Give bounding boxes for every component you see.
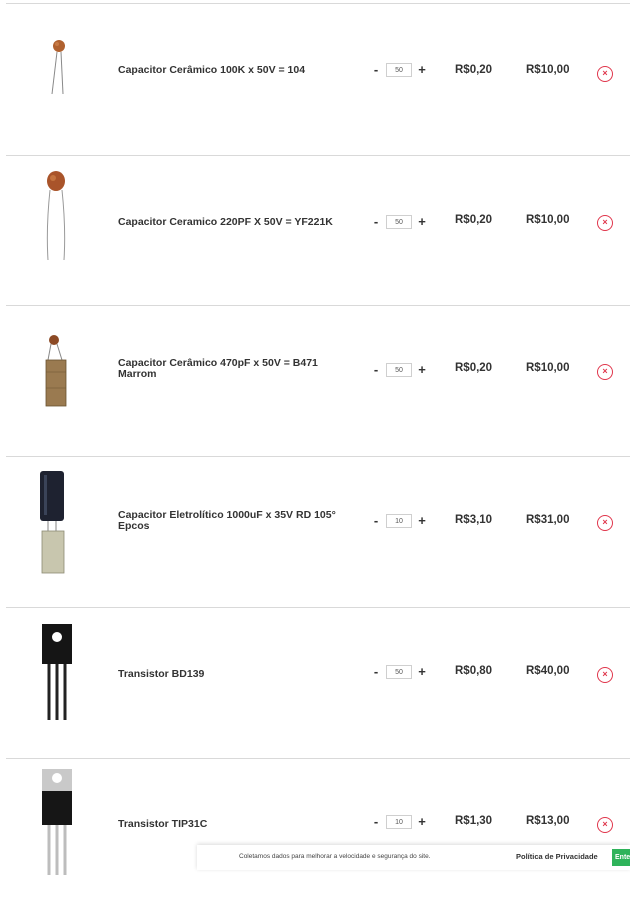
unit-price: R$0,20 [455, 362, 493, 374]
quantity-stepper: - + [370, 214, 432, 230]
quantity-input[interactable] [386, 665, 412, 679]
cart-item-row: Transistor TIP31C - + R$1,30 R$13,00 × [0, 759, 630, 911]
unit-price: R$1,30 [455, 815, 493, 827]
remove-item-icon[interactable]: × [597, 364, 613, 380]
product-name[interactable]: Capacitor Cerâmico 470pF x 50V = B471 Ma… [118, 358, 348, 380]
transistor-image [42, 769, 72, 875]
decrease-quantity-button[interactable]: - [370, 664, 382, 680]
unit-price: R$0,20 [455, 214, 493, 226]
increase-quantity-button[interactable]: + [416, 664, 428, 680]
cart-item-row: Capacitor Cerâmico 100K x 50V = 104 - + … [0, 4, 630, 156]
quantity-input[interactable] [386, 215, 412, 229]
remove-item-icon[interactable]: × [597, 817, 613, 833]
line-total: R$31,00 [526, 514, 570, 526]
product-name[interactable]: Transistor BD139 [118, 669, 348, 680]
quantity-input[interactable] [386, 514, 412, 528]
increase-quantity-button[interactable]: + [416, 814, 428, 830]
line-total: R$10,00 [526, 362, 570, 374]
decrease-quantity-button[interactable]: - [370, 62, 382, 78]
quantity-input[interactable] [386, 363, 412, 377]
unit-price: R$0,20 [455, 64, 493, 76]
increase-quantity-button[interactable]: + [416, 362, 428, 378]
product-name[interactable]: Capacitor Cerâmico 100K x 50V = 104 [118, 65, 348, 76]
remove-item-icon[interactable]: × [597, 515, 613, 531]
cart-item-row: Capacitor Eletrolítico 1000uF x 35V RD 1… [0, 457, 630, 609]
electrolytic-capacitor-image [40, 471, 65, 574]
ceramic-capacitor-image [51, 40, 65, 95]
product-name[interactable]: Capacitor Eletrolítico 1000uF x 35V RD 1… [118, 510, 348, 532]
increase-quantity-button[interactable]: + [416, 513, 428, 529]
remove-item-icon[interactable]: × [597, 215, 613, 231]
cookie-message: Coletamos dados para melhorar a velocida… [239, 853, 431, 860]
decrease-quantity-button[interactable]: - [370, 513, 382, 529]
product-name[interactable]: Transistor TIP31C [118, 819, 348, 830]
quantity-stepper: - + [370, 362, 432, 378]
line-total: R$10,00 [526, 64, 570, 76]
cookie-consent-bar: Coletamos dados para melhorar a velocida… [197, 845, 630, 870]
quantity-input[interactable] [386, 63, 412, 77]
unit-price: R$3,10 [455, 514, 493, 526]
quantity-input[interactable] [386, 815, 412, 829]
transistor-image [42, 624, 72, 720]
shopping-cart: Capacitor Cerâmico 100K x 50V = 104 - + … [0, 0, 630, 875]
remove-item-icon[interactable]: × [597, 66, 613, 82]
product-name[interactable]: Capacitor Ceramico 220PF X 50V = YF221K [118, 217, 348, 228]
decrease-quantity-button[interactable]: - [370, 214, 382, 230]
decrease-quantity-button[interactable]: - [370, 814, 382, 830]
cart-item-row: Transistor BD139 - + R$0,80 R$40,00 × [0, 608, 630, 760]
decrease-quantity-button[interactable]: - [370, 362, 382, 378]
quantity-stepper: - + [370, 62, 432, 78]
cart-item-row: Capacitor Ceramico 220PF X 50V = YF221K … [0, 156, 630, 308]
quantity-stepper: - + [370, 513, 432, 529]
line-total: R$13,00 [526, 815, 570, 827]
quantity-stepper: - + [370, 814, 432, 830]
increase-quantity-button[interactable]: + [416, 62, 428, 78]
line-total: R$10,00 [526, 214, 570, 226]
cart-item-row: Capacitor Cerâmico 470pF x 50V = B471 Ma… [0, 306, 630, 458]
privacy-policy-link[interactable]: Política de Privacidade [516, 852, 598, 861]
ceramic-capacitor-image [45, 335, 67, 407]
increase-quantity-button[interactable]: + [416, 214, 428, 230]
ceramic-capacitor-image [46, 171, 66, 261]
line-total: R$40,00 [526, 665, 570, 677]
quantity-stepper: - + [370, 664, 432, 680]
cookie-accept-button[interactable]: Entendi [612, 849, 630, 866]
unit-price: R$0,80 [455, 665, 493, 677]
remove-item-icon[interactable]: × [597, 667, 613, 683]
